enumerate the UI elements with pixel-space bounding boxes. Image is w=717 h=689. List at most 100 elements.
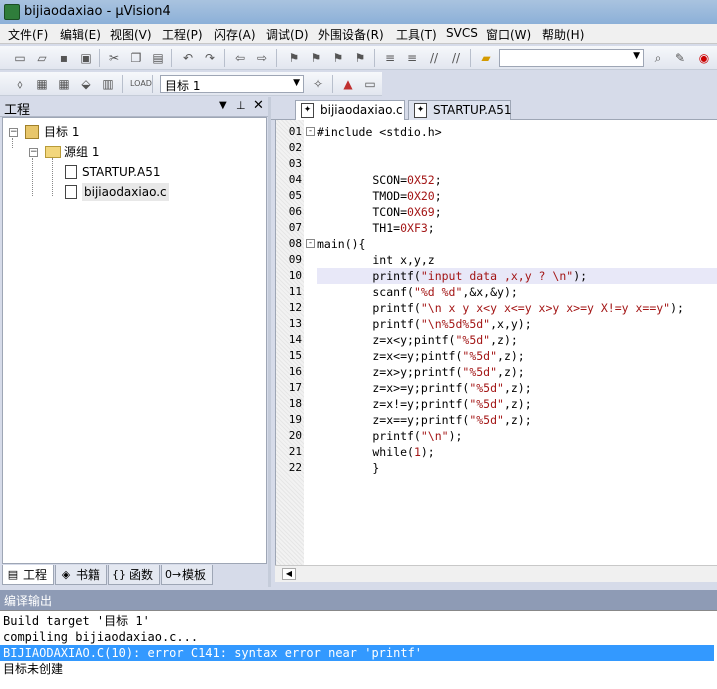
code-line[interactable]: scanf("%d %d",&x,&y); xyxy=(317,284,717,300)
save-icon[interactable]: ▪ xyxy=(56,50,72,66)
code-line[interactable]: printf("\n"); xyxy=(317,428,717,444)
menu-edit[interactable]: 编辑(E) xyxy=(60,26,101,43)
code-line[interactable]: printf("\n x y x<y x<=y x>y x>=y X!=y x=… xyxy=(317,300,717,316)
prev-bookmark-icon[interactable]: ⚑ xyxy=(308,50,324,66)
rebuild-icon[interactable]: ▦ xyxy=(56,76,72,92)
output-error-line[interactable]: BIJIAODAXIAO.C(10): error C141: syntax e… xyxy=(0,645,714,661)
stop-build-icon[interactable]: ▥ xyxy=(100,76,116,92)
target-options-icon[interactable]: ✧ xyxy=(310,76,326,92)
nav-forward-icon[interactable]: ⇨ xyxy=(254,50,270,66)
tab-templates[interactable]: 0→ 模板 xyxy=(161,565,213,585)
output-panel-header: 编译输出 xyxy=(0,590,717,610)
collapse-icon[interactable]: − xyxy=(9,128,18,137)
bookmark-icon[interactable]: ⚑ xyxy=(286,50,302,66)
code-line[interactable]: printf("input data ,x,y ? \n"); xyxy=(317,268,717,284)
tab-project[interactable]: ▤ 工程 xyxy=(2,565,54,585)
target-select-value: 目标 1 xyxy=(165,79,201,93)
code-line[interactable]: z=x>y;printf("%5d",z); xyxy=(317,364,717,380)
tree-item-file-main[interactable]: bijiaodaxiao.c xyxy=(7,183,262,201)
menu-file[interactable]: 文件(F) xyxy=(8,26,48,43)
open-file-icon[interactable]: ▱ xyxy=(34,50,50,66)
code-line[interactable]: SCON=0X52; xyxy=(317,172,717,188)
incremental-find-icon[interactable]: ✎ xyxy=(672,50,688,66)
tree-item-group[interactable]: − 源组 1 xyxy=(7,143,262,161)
uncomment-icon[interactable]: // xyxy=(448,50,464,66)
comment-icon[interactable]: // xyxy=(426,50,442,66)
code-line[interactable]: TH1=0XF3; xyxy=(317,220,717,236)
code-line[interactable]: printf("\n%5d%5d",x,y); xyxy=(317,316,717,332)
scroll-left-icon[interactable]: ◀ xyxy=(282,568,296,580)
find-in-files-icon[interactable]: ▰ xyxy=(478,50,494,66)
tree-item-target[interactable]: − 目标 1 xyxy=(7,123,262,141)
code-editor[interactable]: 01- #include <stdio.h> 02 03 04 SCON=0X52; 05… xyxy=(275,120,717,565)
paste-icon[interactable]: ▤ xyxy=(150,50,166,66)
code-line[interactable] xyxy=(317,140,717,156)
redo-icon[interactable]: ↷ xyxy=(202,50,218,66)
menu-view[interactable]: 视图(V) xyxy=(110,26,152,43)
code-line[interactable]: z=x<=y;pintf("%5d",z); xyxy=(317,348,717,364)
code-line[interactable]: int x,y,z xyxy=(317,252,717,268)
pin-icon[interactable]: ⊥ xyxy=(236,99,246,112)
menu-debug[interactable]: 调试(D) xyxy=(266,26,309,43)
code-line[interactable]: TCON=0X69; xyxy=(317,204,717,220)
manage-components-icon[interactable]: ▲ xyxy=(340,76,356,92)
tab-functions[interactable]: {} 函数 xyxy=(108,565,160,585)
tab-books[interactable]: ◈ 书籍 xyxy=(55,565,107,585)
fold-toggle-icon[interactable]: - xyxy=(306,239,315,248)
code-line[interactable]: z=x>=y;printf("%5d",z); xyxy=(317,380,717,396)
fold-toggle-icon[interactable]: - xyxy=(306,127,315,136)
menu-tools[interactable]: 工具(T) xyxy=(396,26,437,43)
undo-icon[interactable]: ↶ xyxy=(180,50,196,66)
debug-session-icon[interactable]: ◉ xyxy=(696,50,712,66)
panel-menu-icon[interactable]: ▼ xyxy=(219,100,227,111)
collapse-icon[interactable]: − xyxy=(29,148,38,157)
code-line[interactable]: main(){ xyxy=(317,236,717,252)
panel-splitter[interactable] xyxy=(268,97,271,587)
find-combo[interactable]: ▼ xyxy=(499,49,644,67)
line-number: 21 xyxy=(288,445,302,458)
menu-bar: 文件(F) 编辑(E) 视图(V) 工程(P) 闪存(A) 调试(D) 外围设备… xyxy=(0,24,717,44)
unindent-icon[interactable]: ≡ xyxy=(404,50,420,66)
line-number: 05 xyxy=(288,189,302,202)
code-line[interactable]: #include <stdio.h> xyxy=(317,124,717,140)
build-output[interactable]: Build target '目标 1' compiling bijiaodaxi… xyxy=(0,610,717,689)
build-icon[interactable]: ▦ xyxy=(34,76,50,92)
menu-help[interactable]: 帮助(H) xyxy=(542,26,584,43)
tree-item-label: STARTUP.A51 xyxy=(82,165,161,179)
project-panel-header: 工程 ▼ ⊥ ✕ xyxy=(0,97,268,118)
translate-icon[interactable]: ⬨ xyxy=(12,76,28,92)
menu-svcs[interactable]: SVCS xyxy=(446,26,478,40)
find-icon[interactable]: ⌕ xyxy=(650,50,666,66)
tab-bijiaodaxiao-c[interactable]: ✦ bijiaodaxiao.c xyxy=(295,100,405,121)
tree-item-file-startup[interactable]: STARTUP.A51 xyxy=(7,163,262,181)
code-line[interactable]: TMOD=0X20; xyxy=(317,188,717,204)
batch-build-icon[interactable]: ⬙ xyxy=(78,76,94,92)
tree-item-label: bijiaodaxiao.c xyxy=(82,183,169,201)
code-line[interactable] xyxy=(317,156,717,172)
close-icon[interactable]: ✕ xyxy=(253,98,264,113)
multi-project-icon[interactable]: ▭ xyxy=(362,76,378,92)
nav-back-icon[interactable]: ⇦ xyxy=(232,50,248,66)
cut-icon[interactable]: ✂ xyxy=(106,50,122,66)
project-panel-title: 工程 xyxy=(4,103,31,118)
target-select[interactable]: 目标 1 ▼ xyxy=(160,75,304,93)
menu-project[interactable]: 工程(P) xyxy=(162,26,203,43)
next-bookmark-icon[interactable]: ⚑ xyxy=(330,50,346,66)
clear-bookmarks-icon[interactable]: ⚑ xyxy=(352,50,368,66)
save-all-icon[interactable]: ▣ xyxy=(78,50,94,66)
indent-icon[interactable]: ≡ xyxy=(382,50,398,66)
copy-icon[interactable]: ❐ xyxy=(128,50,144,66)
menu-flash[interactable]: 闪存(A) xyxy=(214,26,256,43)
horizontal-scrollbar[interactable]: ◀ xyxy=(275,565,717,582)
download-icon[interactable]: LOAD xyxy=(130,76,152,92)
code-line[interactable]: z=x!=y;printf("%5d",z); xyxy=(317,396,717,412)
tab-startup-a51[interactable]: ✦ STARTUP.A51 xyxy=(408,100,511,120)
menu-peripherals[interactable]: 外围设备(R) xyxy=(318,26,384,43)
new-file-icon[interactable]: ▭ xyxy=(12,50,28,66)
project-icon: ▤ xyxy=(7,568,19,581)
code-line[interactable]: z=x==y;printf("%5d",z); xyxy=(317,412,717,428)
code-line[interactable]: z=x<y;pintf("%5d",z); xyxy=(317,332,717,348)
code-line[interactable]: while(1); xyxy=(317,444,717,460)
menu-window[interactable]: 窗口(W) xyxy=(486,26,531,43)
code-line[interactable]: } xyxy=(317,460,717,476)
